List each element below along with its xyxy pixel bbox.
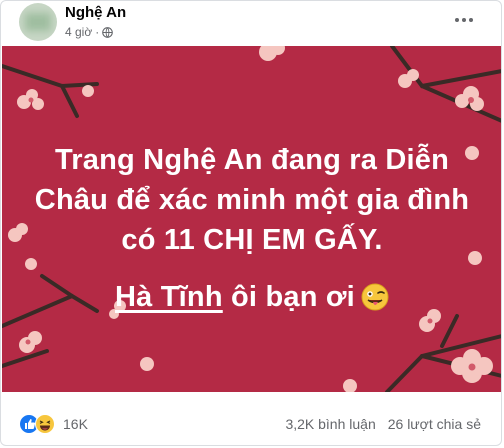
reaction-summary[interactable]: 16K <box>19 414 88 434</box>
post-footer: 16K 3,2K bình luận 26 lượt chia sẻ <box>1 393 501 445</box>
reaction-count: 16K <box>63 416 88 432</box>
engagement-stats: 3,2K bình luận 26 lượt chia sẻ <box>285 416 481 432</box>
image-text-line-2: Châu để xác minh một gia đình <box>34 184 470 216</box>
image-text-line-1: Trang Nghệ An đang ra Diễn <box>54 144 450 176</box>
post-time[interactable]: 4 giờ <box>65 25 92 39</box>
post-header: Nghệ An 4 giờ · <box>1 1 501 47</box>
more-dot-icon <box>462 18 466 22</box>
image-text-line-4-rest: ôi bạn ơi <box>222 281 355 313</box>
meta-separator: · <box>95 25 100 39</box>
globe-icon <box>102 26 114 38</box>
more-dot-icon <box>455 18 459 22</box>
image-text-line-4: Hà Tĩnh ôi bạn ơi <box>2 281 501 314</box>
underlined-place: Hà Tĩnh <box>115 281 223 313</box>
post-meta: 4 giờ · <box>65 25 114 39</box>
page-name[interactable]: Nghệ An <box>65 4 126 21</box>
more-options-button[interactable] <box>453 9 475 31</box>
post-card: Nghệ An 4 giờ · Trang Nghệ An đang ra Di… <box>0 0 502 446</box>
tongue-wink-emoji-icon <box>361 283 389 311</box>
blossom-decoration <box>2 46 501 392</box>
comment-count-link[interactable]: 3,2K bình luận <box>285 416 375 432</box>
share-count-link[interactable]: 26 lượt chia sẻ <box>388 416 481 432</box>
page-avatar[interactable] <box>19 3 57 41</box>
image-text-line-3: có 11 CHỊ EM GẤY. <box>121 224 383 256</box>
post-image[interactable]: Trang Nghệ An đang ra Diễn Châu để xác m… <box>2 46 501 392</box>
more-dot-icon <box>469 18 473 22</box>
haha-icon <box>35 414 55 434</box>
